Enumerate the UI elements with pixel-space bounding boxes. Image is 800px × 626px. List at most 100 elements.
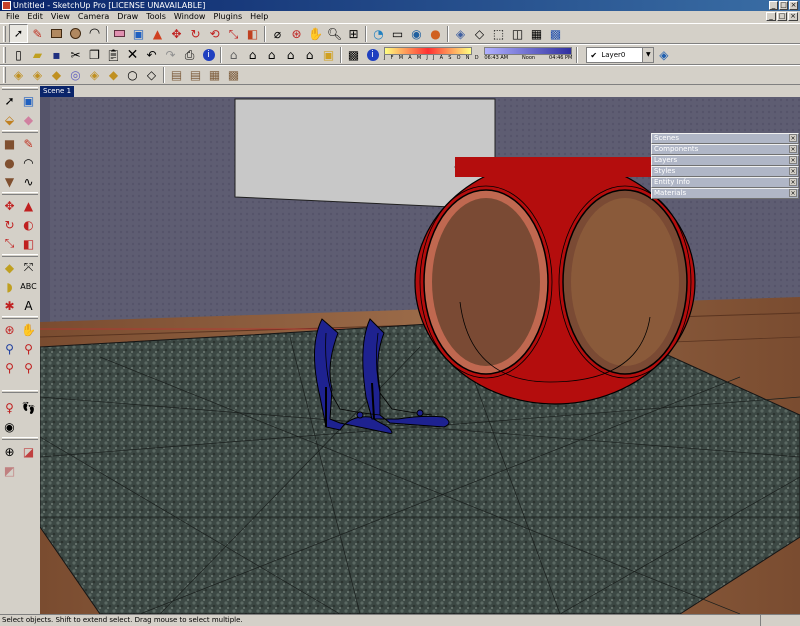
sandbox-scratch-icon[interactable]: ◈	[28, 66, 47, 85]
move-icon[interactable]: ✥	[167, 24, 186, 43]
tray-scenes[interactable]: Scenes ×	[651, 133, 799, 144]
house-outline-icon[interactable]: ⌂	[243, 45, 262, 64]
line-icon[interactable]: ✎	[19, 134, 38, 153]
tape-measure-icon[interactable]: ◆	[0, 258, 19, 277]
toolbar-grip[interactable]	[2, 130, 38, 133]
close-icon[interactable]: ×	[789, 189, 797, 197]
menu-window[interactable]: Window	[170, 11, 210, 23]
house-3d-icon[interactable]: ⌂	[262, 45, 281, 64]
orbit-icon[interactable]: ⊛	[0, 320, 19, 339]
chevron-down-icon[interactable]: ▼	[642, 47, 654, 62]
top-view-icon[interactable]: ◇	[470, 24, 489, 43]
layer-manager-icon[interactable]: ◈	[654, 45, 673, 64]
select-icon[interactable]: ➚	[0, 91, 19, 110]
model-info-icon[interactable]: i	[199, 45, 218, 64]
iso-view-icon[interactable]: ◈	[451, 24, 470, 43]
doc-close-button[interactable]: ×	[788, 12, 798, 21]
back-view-icon[interactable]: ▦	[527, 24, 546, 43]
walkthrough-icon[interactable]: ⌂	[281, 45, 300, 64]
left-view-icon[interactable]: ▩	[546, 24, 565, 43]
menu-plugins[interactable]: Plugins	[209, 11, 246, 23]
shadow-settings-icon[interactable]: i	[363, 45, 382, 64]
offset-icon[interactable]: ◧	[243, 24, 262, 43]
polygon-icon[interactable]: ▼	[0, 172, 19, 191]
select-icon[interactable]: ➚	[9, 24, 28, 43]
menu-draw[interactable]: Draw	[113, 11, 142, 23]
eraser-icon[interactable]	[110, 24, 129, 43]
photo-match-icon[interactable]: ⌂	[300, 45, 319, 64]
toolbar-grip[interactable]	[2, 87, 38, 90]
tray-layers[interactable]: Layers ×	[651, 155, 799, 166]
scale-icon[interactable]: ⤡	[0, 234, 19, 253]
zoom-icon[interactable]: 🔍︎	[325, 24, 344, 43]
zoom-extents-icon[interactable]: ⚲	[0, 358, 19, 377]
undo-icon[interactable]: ↶	[142, 45, 161, 64]
menu-file[interactable]: File	[2, 11, 23, 23]
copy-icon[interactable]: ❐	[85, 45, 104, 64]
layer-dropdown[interactable]: ✔ Layer0 ▼	[586, 46, 655, 63]
menu-edit[interactable]: Edit	[23, 11, 47, 23]
paint-bucket-icon[interactable]: ⬙	[0, 110, 19, 129]
scale-icon[interactable]: ⤡	[224, 24, 243, 43]
print-icon[interactable]: ⎙	[180, 45, 199, 64]
walk-icon[interactable]: 👣︎	[19, 398, 38, 417]
texture-2-icon[interactable]: ▤	[167, 66, 186, 85]
tab-scene-1[interactable]: Scene 1	[40, 86, 74, 97]
sandbox-contours-icon[interactable]: ◈	[9, 66, 28, 85]
doc-restore-button[interactable]: □	[777, 12, 787, 21]
push-pull-icon[interactable]: ▲	[148, 24, 167, 43]
smoove-icon[interactable]: ◆	[47, 66, 66, 85]
tape-measure-icon[interactable]: ⌀	[268, 24, 287, 43]
toolbar-grip[interactable]	[2, 437, 38, 440]
section-cut-icon[interactable]: ◩	[0, 461, 19, 480]
push-pull-icon[interactable]: ▲	[19, 196, 38, 215]
get-models-icon[interactable]: ◔	[369, 24, 388, 43]
offset-icon[interactable]: ◧	[19, 234, 38, 253]
stamp-icon[interactable]: ◎	[66, 66, 85, 85]
texture-3-icon[interactable]: ▤	[186, 66, 205, 85]
tray-styles[interactable]: Styles ×	[651, 166, 799, 177]
orbit-icon[interactable]: ⊛	[287, 24, 306, 43]
3d-text-icon[interactable]: A	[19, 296, 38, 315]
rectangle-icon[interactable]	[47, 24, 66, 43]
toolbar-grip[interactable]	[3, 25, 6, 42]
freehand-icon[interactable]: ∿	[19, 172, 38, 191]
toolbar-grip[interactable]	[2, 316, 38, 319]
texture-4-icon[interactable]: ▦	[205, 66, 224, 85]
texture-5-icon[interactable]: ▩	[224, 66, 243, 85]
eraser-icon[interactable]: ◆	[19, 110, 38, 129]
close-icon[interactable]: ×	[789, 178, 797, 186]
axes-icon[interactable]: ✱	[0, 296, 19, 315]
look-around-icon[interactable]: ◉	[0, 417, 19, 436]
arc-icon[interactable]: ◠	[19, 153, 38, 172]
rectangle-icon[interactable]: ■	[0, 134, 19, 153]
menu-camera[interactable]: Camera	[74, 11, 113, 23]
doc-minimize-button[interactable]: _	[766, 12, 776, 21]
section-icon[interactable]: ▣	[319, 45, 338, 64]
shadow-time-slider[interactable]: 06:43 AM Noon 04:46 PM	[484, 45, 573, 64]
previous-view-icon[interactable]: ⚲	[19, 358, 38, 377]
minimize-button[interactable]: _	[769, 1, 778, 10]
follow-me-icon[interactable]: ◐	[19, 215, 38, 234]
pan-icon[interactable]: ✋	[306, 24, 325, 43]
zoom-window-icon[interactable]: ⚲	[19, 339, 38, 358]
zoom-icon[interactable]: ⚲	[0, 339, 19, 358]
xray-icon[interactable]: ▩	[344, 45, 363, 64]
google-earth-icon[interactable]: ●	[426, 24, 445, 43]
new-icon[interactable]: ▯	[9, 45, 28, 64]
toolbar-grip[interactable]	[3, 46, 6, 63]
toolbar-grip[interactable]	[2, 390, 38, 393]
front-view-icon[interactable]: ⬚	[489, 24, 508, 43]
close-button[interactable]: ×	[789, 1, 798, 10]
close-icon[interactable]: ×	[789, 156, 797, 164]
cut-icon[interactable]: ✂	[66, 45, 85, 64]
menu-view[interactable]: View	[47, 11, 74, 23]
tray-entity-info[interactable]: Entity Info ×	[651, 177, 799, 188]
close-icon[interactable]: ×	[789, 145, 797, 153]
follow-me-icon[interactable]: ⟲	[205, 24, 224, 43]
close-icon[interactable]: ×	[789, 167, 797, 175]
toolbar-grip[interactable]	[2, 192, 38, 195]
paint-bucket-icon[interactable]: ▣	[129, 24, 148, 43]
section-display-icon[interactable]: ◪	[19, 442, 38, 461]
tray-components[interactable]: Components ×	[651, 144, 799, 155]
